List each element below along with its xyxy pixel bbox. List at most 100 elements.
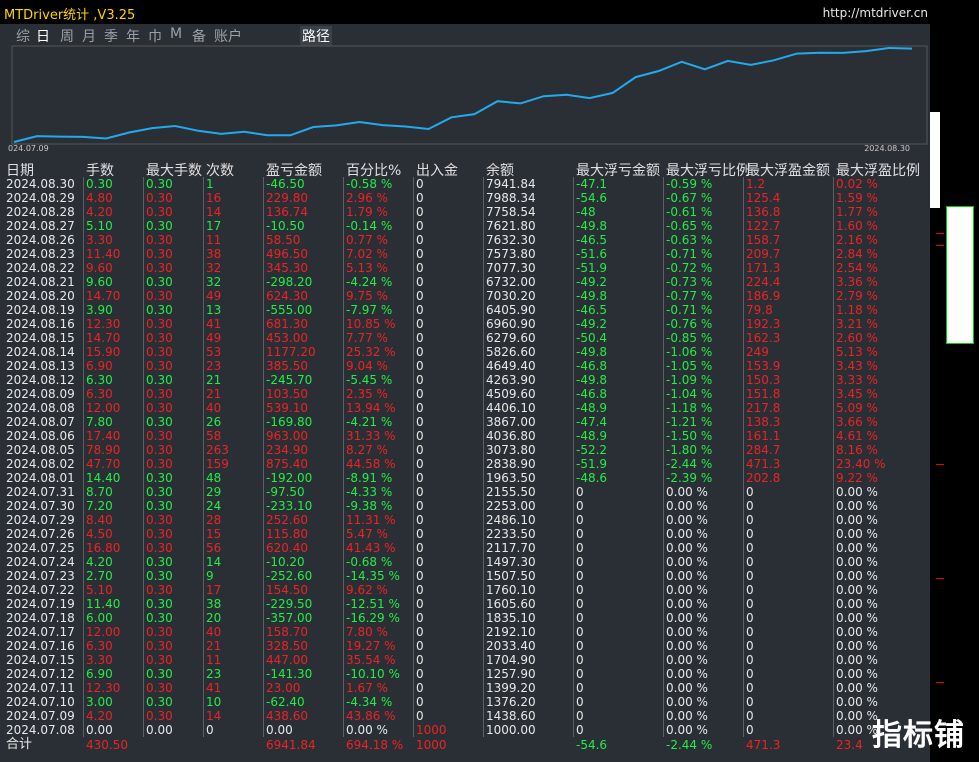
cell-11: 0.00 % xyxy=(836,611,878,625)
table-row[interactable]: 2024.07.16 6.30 0.30 21 328.50 19.27 % 0 2033.4… xyxy=(0,639,930,653)
cell-11: 0.02 % xyxy=(836,177,878,191)
table-row[interactable]: 2024.07.29 8.40 0.30 28 252.60 11.31 % 0 2486.1… xyxy=(0,513,930,527)
tab-9[interactable]: 账户 xyxy=(214,26,242,46)
tab-4[interactable]: 季 xyxy=(104,26,118,46)
cell-2: 0.30 xyxy=(146,373,173,387)
cell-7: 7030.20 xyxy=(486,289,536,303)
cell-4: 115.80 xyxy=(266,527,308,541)
cell-9: 0.00 % xyxy=(666,723,708,737)
cell-1: 4.20 xyxy=(86,709,113,723)
table-row[interactable]: 2024.08.28 4.20 0.30 14 136.74 1.79 % 0 7758.54… xyxy=(0,205,930,219)
cell-6: 0 xyxy=(416,219,424,233)
table-row[interactable]: 2024.07.24 4.20 0.30 14 -10.20 -0.68 % 0 1497.3… xyxy=(0,555,930,569)
tab-3[interactable]: 月 xyxy=(82,26,96,46)
table-row[interactable]: 2024.08.12 6.30 0.30 21 -245.70 -5.45 % 0 4263.… xyxy=(0,373,930,387)
cell-8: 0 xyxy=(576,541,584,555)
table-row[interactable]: 2024.07.30 7.20 0.30 24 -233.10 -9.38 % 0 2253.… xyxy=(0,499,930,513)
cell-3: 10 xyxy=(206,695,222,709)
cell-7: 4649.40 xyxy=(486,359,536,373)
tab-8[interactable]: 备 xyxy=(192,26,206,46)
cell-11: 1.59 % xyxy=(836,191,878,205)
table-row[interactable]: 2024.08.23 11.40 0.30 38 496.50 7.02 % 0 7573.8… xyxy=(0,247,930,261)
table-row[interactable]: 2024.07.10 3.00 0.30 10 -62.40 -4.34 % 0 1376.2… xyxy=(0,695,930,709)
table-row[interactable]: 2024.07.23 2.70 0.30 9 -252.60 -14.35 % 0 1507.… xyxy=(0,569,930,583)
cell-3: 13 xyxy=(206,303,222,317)
table-row[interactable]: 2024.07.31 8.70 0.30 29 -97.50 -4.33 % 0 2155.5… xyxy=(0,485,930,499)
cell-7: 7077.30 xyxy=(486,261,536,275)
cell-11: 2.60 % xyxy=(836,331,878,345)
tab-0[interactable]: 综 xyxy=(16,26,30,46)
cell-9: -1.18 % xyxy=(666,401,713,415)
tab-7[interactable]: M xyxy=(170,26,182,42)
cell-4: 447.00 xyxy=(266,653,308,667)
table-row[interactable]: 2024.08.07 7.80 0.30 26 -169.80 -4.21 % 0 3867.… xyxy=(0,415,930,429)
cell-6: 0 xyxy=(416,555,424,569)
tab-6[interactable]: 巾 xyxy=(148,26,162,46)
cell-6: 0 xyxy=(416,653,424,667)
table-row[interactable]: 2024.08.08 12.00 0.30 40 539.10 13.94 % 0 4406.… xyxy=(0,401,930,415)
table-row[interactable]: 2024.08.22 9.60 0.30 32 345.30 5.13 % 0 7077.30… xyxy=(0,261,930,275)
cell-7: 6279.60 xyxy=(486,331,536,345)
cell-6: 0 xyxy=(416,695,424,709)
cell-2: 0.30 xyxy=(146,303,173,317)
cell-3: 53 xyxy=(206,345,222,359)
table-row[interactable]: 2024.07.09 4.20 0.30 14 438.60 43.86 % 0 1438.6… xyxy=(0,709,930,723)
table-row[interactable]: 2024.08.01 14.40 0.30 48 -192.00 -8.91 % 0 1963… xyxy=(0,471,930,485)
table-row[interactable]: 2024.08.30 0.30 0.30 1 -46.50 -0.58 % 0 7941.84… xyxy=(0,177,930,191)
table-row[interactable]: 2024.07.19 11.40 0.30 38 -229.50 -12.51 % 0 160… xyxy=(0,597,930,611)
tab-2[interactable]: 周 xyxy=(60,26,74,46)
cell-4: -357.00 xyxy=(266,611,313,625)
table-row[interactable]: 2024.08.14 15.90 0.30 53 1177.20 25.32 % 0 5826… xyxy=(0,345,930,359)
cell-10: 150.3 xyxy=(746,373,781,387)
cell-7: 7573.80 xyxy=(486,247,536,261)
cell-1: 8.70 xyxy=(86,485,113,499)
cell-8: -51.6 xyxy=(576,247,608,261)
cell-11: 2.16 % xyxy=(836,233,878,247)
table-row[interactable]: 2024.08.05 78.90 0.30 263 234.90 8.27 % 0 3073.… xyxy=(0,443,930,457)
cell-3: 15 xyxy=(206,527,222,541)
cell-9: -0.65 % xyxy=(666,219,713,233)
table-row[interactable]: 2024.08.29 4.80 0.30 16 229.80 2.96 % 0 7988.34… xyxy=(0,191,930,205)
cell-11: 1.77 % xyxy=(836,205,878,219)
table-row[interactable]: 2024.08.19 3.90 0.30 13 -555.00 -7.97 % 0 6405.… xyxy=(0,303,930,317)
table-row[interactable]: 2024.07.17 12.00 0.30 40 158.70 7.80 % 0 2192.1… xyxy=(0,625,930,639)
table-row[interactable]: 2024.07.26 4.50 0.30 15 115.80 5.47 % 0 2233.50… xyxy=(0,527,930,541)
table-row[interactable]: 2024.08.16 12.30 0.30 41 681.30 10.85 % 0 6960.… xyxy=(0,317,930,331)
cell-11: 3.45 % xyxy=(836,387,878,401)
table-row[interactable]: 2024.07.25 16.80 0.30 56 620.40 41.43 % 0 2117.… xyxy=(0,541,930,555)
table-row[interactable]: 2024.07.15 3.30 0.30 11 447.00 35.54 % 0 1704.9… xyxy=(0,653,930,667)
cell-8: -46.8 xyxy=(576,359,608,373)
cell-0: 2024.07.29 xyxy=(6,513,75,527)
table-row[interactable]: 2024.07.22 5.10 0.30 17 154.50 9.62 % 0 1760.10… xyxy=(0,583,930,597)
cell-3: 28 xyxy=(206,513,222,527)
cell-5: -7.97 % xyxy=(346,303,393,317)
website-link[interactable]: http://mtdriver.cn xyxy=(823,6,928,20)
tab-1[interactable]: 日 xyxy=(36,26,50,46)
table-row[interactable]: 2024.08.06 17.40 0.30 58 963.00 31.33 % 0 4036.… xyxy=(0,429,930,443)
table-row[interactable]: 2024.08.09 6.30 0.30 21 103.50 2.35 % 0 4509.60… xyxy=(0,387,930,401)
cell-5: 0.00 % xyxy=(346,723,388,737)
table-row[interactable]: 2024.08.27 5.10 0.30 17 -10.50 -0.14 % 0 7621.8… xyxy=(0,219,930,233)
table-row[interactable]: 2024.07.18 6.00 0.30 20 -357.00 -16.29 % 0 1835… xyxy=(0,611,930,625)
table-row[interactable]: 2024.08.15 14.70 0.30 49 453.00 7.77 % 0 6279.6… xyxy=(0,331,930,345)
column-separator xyxy=(143,177,144,737)
table-row[interactable]: 2024.07.12 6.90 0.30 23 -141.30 -10.10 % 0 1257… xyxy=(0,667,930,681)
table-row[interactable]: 2024.08.26 3.30 0.30 11 58.50 0.77 % 0 7632.30 -… xyxy=(0,233,930,247)
cell-6: 0 xyxy=(416,527,424,541)
cell-9: -0.73 % xyxy=(666,275,713,289)
table-row[interactable]: 2024.08.13 6.90 0.30 23 385.50 9.04 % 0 4649.40… xyxy=(0,359,930,373)
tab-5[interactable]: 年 xyxy=(126,26,140,46)
cell-7: 7621.80 xyxy=(486,219,536,233)
table-row[interactable]: 2024.07.08 0.00 0.00 0 0.00 0.00 % 1000 1000.00… xyxy=(0,723,930,737)
cell-1: 8.40 xyxy=(86,513,113,527)
cell-11: 5.13 % xyxy=(836,345,878,359)
table-row[interactable]: 2024.07.11 12.30 0.30 41 23.00 1.67 % 0 1399.20… xyxy=(0,681,930,695)
cell-6: 0 xyxy=(416,583,424,597)
cell-2: 0.30 xyxy=(146,233,173,247)
table-row[interactable]: 2024.08.20 14.70 0.30 49 624.30 9.75 % 0 7030.2… xyxy=(0,289,930,303)
table-row[interactable]: 2024.08.21 9.60 0.30 32 -298.20 -4.24 % 0 6732.… xyxy=(0,275,930,289)
tab-path[interactable]: 路径 xyxy=(300,26,332,46)
cell-0: 2024.08.06 xyxy=(6,429,75,443)
cell-9: -2.44 % xyxy=(666,457,713,471)
table-row[interactable]: 2024.08.02 47.70 0.30 159 875.40 44.58 % 0 2838… xyxy=(0,457,930,471)
